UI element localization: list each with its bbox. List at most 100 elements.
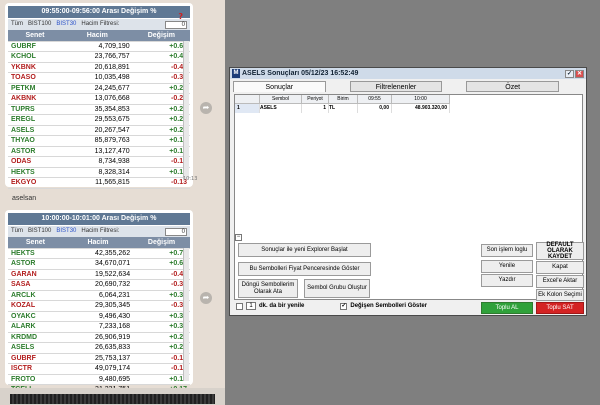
grid-col-period[interactable]: Periyot [302, 95, 329, 104]
refresh-minutes-input[interactable]: 1 [246, 302, 256, 310]
cell-symbol: KRDMD [8, 332, 63, 343]
cell-change: +0.20 [132, 125, 190, 136]
table-row: HEKTS 8,328,314 +0.17 [8, 167, 190, 178]
cell-volume: 20,267,547 [61, 125, 133, 136]
table-row: THYAO 85,879,763 +0.19 [8, 135, 190, 147]
row-symbol: ASELS [260, 104, 302, 113]
cell-change: -0.49 [132, 62, 190, 73]
cell-symbol: ASTOR [8, 258, 63, 270]
table-row: EKGYO 11,565,815 -0.13 [8, 177, 190, 189]
cell-symbol: KOZAL [8, 300, 63, 312]
loop-symbols-button[interactable]: Döngü Sembollerim Olarak Ata [238, 279, 298, 298]
column-select-button[interactable]: Ek Kolon Seçimi [536, 289, 584, 301]
create-group-button[interactable]: Sembol Grubu Oluştur [304, 279, 370, 298]
stock-table-1: Senet Hacim Değişim GUBRF 4,709,190 +0.64 K… [8, 30, 190, 189]
row-1000: 48.903.320,00 [392, 104, 450, 113]
window-titlebar[interactable]: M ASELS Sonuçları 05/12/23 16:52:49 ✓ ✕ [230, 68, 586, 79]
cell-change: +0.76 [133, 248, 190, 259]
scrollbar-2[interactable] [183, 248, 189, 381]
excel-export-button[interactable]: Excel'e Aktar [536, 275, 584, 288]
scrollbar-1[interactable] [183, 41, 189, 179]
cell-volume: 10,035,498 [61, 72, 133, 84]
print-button[interactable]: Yazdır [481, 274, 533, 287]
table-row: KRDMD 26,906,919 +0.25 [8, 332, 190, 343]
row-period: 1 [302, 104, 329, 113]
cell-symbol: AKBNK [8, 93, 62, 105]
table-row: HEKTS 42,355,262 +0.76 [8, 248, 190, 259]
cell-volume: 29,305,345 [62, 300, 134, 312]
tab-filtered[interactable]: Filtrelenenler [349, 81, 443, 92]
col-change: Değişim [132, 30, 190, 42]
cell-symbol: OYAKC [8, 311, 63, 322]
filter-bist100: BIST100 [28, 21, 52, 27]
col-change: Değişim [133, 237, 190, 249]
cell-volume: 24,245,677 [61, 83, 133, 94]
filter-all: Tüm [11, 228, 23, 234]
cell-symbol: GUBRF [8, 353, 63, 364]
results-window: M ASELS Sonuçları 05/12/23 16:52:49 ✓ ✕ … [229, 67, 587, 316]
bulk-sell-button[interactable]: Toplu SAT [536, 302, 584, 314]
start-explorer-button[interactable]: Sonuçlar ile yeni Explorer Başlat [238, 243, 371, 257]
tab-summary[interactable]: Özet [466, 81, 560, 92]
collapse-toggle[interactable]: − [235, 234, 242, 241]
grid-col-unit[interactable]: Birim [329, 95, 358, 104]
volume-filter-value: 0 [165, 20, 187, 29]
table-row: GARAN 19,522,634 -0.43 [8, 269, 190, 280]
save-default-button[interactable]: DEFAULT OLARAK KAYDET [536, 242, 584, 260]
col-volume: Hacim [61, 30, 133, 42]
next-message-strip [0, 388, 225, 405]
close-icon[interactable]: ✕ [575, 69, 584, 78]
grid-col-0955[interactable]: 09:55 [358, 95, 392, 104]
cell-symbol: FROTO [8, 374, 63, 385]
message-bubble-1[interactable]: ? 09:55:00-09:56:00 Arası Değişim % Tüm … [5, 3, 197, 189]
card2-filterbar: Tüm BIST100 BIST30 Hacim Filtresi: 0 [8, 226, 190, 237]
table-row: TUPRS 35,354,853 +0.26 [8, 104, 190, 115]
table-row: EREGL 29,553,675 +0.25 [8, 114, 190, 126]
ticker-image [10, 394, 215, 404]
cell-symbol: TUPRS [8, 104, 62, 115]
auto-refresh-label: dk. da bir yenile [259, 303, 305, 309]
auto-refresh-checkbox[interactable] [236, 302, 243, 310]
cell-volume: 7,233,168 [62, 321, 134, 333]
filter-all: Tüm [11, 21, 23, 27]
help-icon: ? [178, 12, 183, 21]
filter-bist100: BIST100 [28, 228, 52, 234]
cell-change: +0.24 [133, 342, 190, 354]
cell-symbol: HEKTS [8, 167, 62, 178]
cell-symbol: ODAS [8, 156, 62, 168]
cell-change: -0.33 [133, 300, 190, 312]
table-row: ISCTR 49,079,174 -0.18 [8, 363, 190, 375]
message-bubble-2[interactable]: 10:00:00-10:01:00 Arası Değişim % Tüm BI… [5, 210, 193, 396]
grid-col-1000[interactable]: 10:00 [392, 95, 450, 104]
cell-change: +0.25 [133, 332, 190, 343]
cell-volume: 25,753,137 [62, 353, 134, 364]
forward-icon[interactable]: ➦ [200, 292, 212, 304]
show-symbols-button[interactable]: Bu Sembolleri Fiyat Penceresinde Göster [238, 262, 371, 276]
last-log-button[interactable]: Son işlem loglu [481, 244, 533, 257]
refresh-button[interactable]: Yenile [481, 260, 533, 273]
cell-volume: 49,079,174 [62, 363, 134, 375]
message-text: aselsan [12, 195, 37, 202]
show-changed-checkbox[interactable]: ✓ [340, 302, 348, 310]
table-row: AKBNK 13,076,668 -0.28 [8, 93, 190, 105]
table-row: YKBNK 20,618,891 -0.49 [8, 62, 190, 73]
card2-title: 10:00:00-10:01:00 Arası Değişim % [8, 213, 190, 225]
cell-change: +0.64 [132, 41, 190, 52]
table-row: ASELS 26,635,833 +0.24 [8, 342, 190, 354]
cell-volume: 13,127,470 [61, 146, 133, 157]
close-button[interactable]: Kapat [536, 261, 584, 274]
cell-change: +0.18 [133, 374, 190, 385]
card1-title: 09:55:00-09:56:00 Arası Değişim % [8, 6, 190, 18]
tab-results[interactable]: Sonuçlar [233, 81, 326, 92]
forward-icon[interactable]: ➦ [200, 102, 212, 114]
cell-symbol: HEKTS [8, 248, 63, 259]
grid-col-symbol[interactable]: Sembol [260, 95, 302, 104]
bulk-buy-button[interactable]: Toplu AL [481, 302, 533, 314]
filter-bist30: BIST30 [56, 21, 77, 27]
cell-volume: 4,709,190 [61, 41, 133, 52]
grid-data-row[interactable]: 1 ASELS 1 TL 0,00 48.903.320,00 [235, 104, 582, 113]
chat-panel: ? 09:55:00-09:56:00 Arası Değişim % Tüm … [0, 0, 225, 405]
row-0955: 0,00 [358, 104, 392, 113]
cell-volume: 9,496,430 [62, 311, 134, 322]
check-icon[interactable]: ✓ [565, 69, 574, 78]
